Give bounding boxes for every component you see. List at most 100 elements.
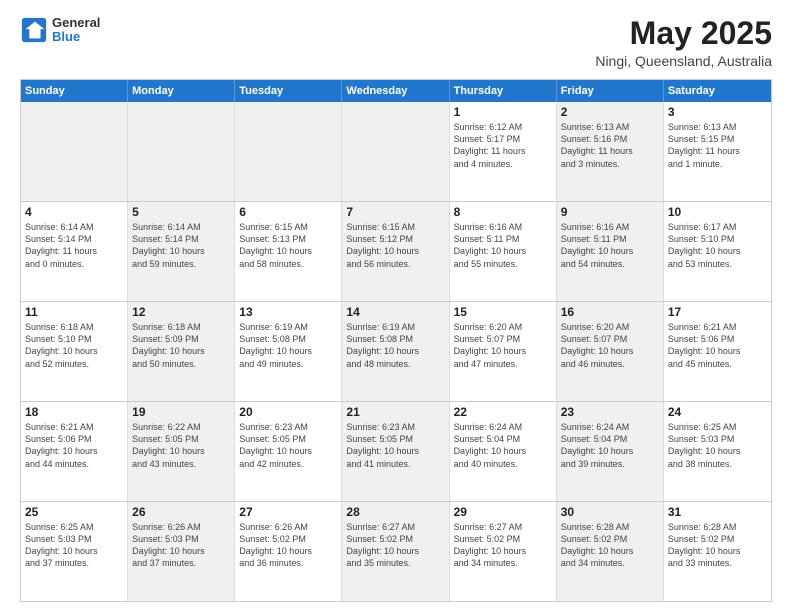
cell-info: Sunrise: 6:28 AM Sunset: 5:02 PM Dayligh… bbox=[561, 521, 659, 570]
cell-info: Sunrise: 6:13 AM Sunset: 5:15 PM Dayligh… bbox=[668, 121, 767, 170]
header-day-sunday: Sunday bbox=[21, 80, 128, 102]
header-day-thursday: Thursday bbox=[450, 80, 557, 102]
calendar-cell-22: 22 Sunrise: 6:24 AM Sunset: 5:04 PM Dayli… bbox=[450, 402, 557, 501]
cell-info: Sunrise: 6:23 AM Sunset: 5:05 PM Dayligh… bbox=[346, 421, 444, 470]
day-number: 16 bbox=[561, 305, 659, 319]
calendar-row-5: 25Sunrise: 6:25 AM Sunset: 5:03 PM Dayli… bbox=[21, 501, 771, 601]
calendar-cell-1: 1 Sunrise: 6:12 AM Sunset: 5:17 PM Daylig… bbox=[450, 102, 557, 201]
day-number: 14 bbox=[346, 305, 444, 319]
cell-info: Sunrise: 6:14 AM Sunset: 5:14 PM Dayligh… bbox=[25, 221, 123, 270]
day-number: 6 bbox=[239, 205, 337, 219]
logo-blue: Blue bbox=[52, 30, 100, 44]
day-number: 17 bbox=[668, 305, 767, 319]
cell-info: Sunrise: 6:12 AM Sunset: 5:17 PM Dayligh… bbox=[454, 121, 552, 170]
title-block: May 2025 Ningi, Queensland, Australia bbox=[595, 16, 772, 69]
cell-info: Sunrise: 6:19 AM Sunset: 5:08 PM Dayligh… bbox=[239, 321, 337, 370]
calendar-cell-15: 15 Sunrise: 6:20 AM Sunset: 5:07 PM Dayli… bbox=[450, 302, 557, 401]
cell-info: Sunrise: 6:20 AM Sunset: 5:07 PM Dayligh… bbox=[561, 321, 659, 370]
calendar-cell-17: 17 Sunrise: 6:21 AM Sunset: 5:06 PM Dayli… bbox=[664, 302, 771, 401]
cell-info: Sunrise: 6:15 AM Sunset: 5:13 PM Dayligh… bbox=[239, 221, 337, 270]
calendar-cell-empty bbox=[21, 102, 128, 201]
day-number: 1 bbox=[454, 105, 552, 119]
calendar-cell-21: 21Sunrise: 6:23 AM Sunset: 5:05 PM Dayli… bbox=[342, 402, 449, 501]
calendar-cell-20: 20 Sunrise: 6:23 AM Sunset: 5:05 PM Dayli… bbox=[235, 402, 342, 501]
calendar-cell-5: 5Sunrise: 6:14 AM Sunset: 5:14 PM Daylig… bbox=[128, 202, 235, 301]
cell-info: Sunrise: 6:20 AM Sunset: 5:07 PM Dayligh… bbox=[454, 321, 552, 370]
day-number: 23 bbox=[561, 405, 659, 419]
calendar-cell-9: 9 Sunrise: 6:16 AM Sunset: 5:11 PM Daylig… bbox=[557, 202, 664, 301]
calendar-header: SundayMondayTuesdayWednesdayThursdayFrid… bbox=[21, 80, 771, 102]
logo-text: General Blue bbox=[52, 16, 100, 45]
calendar-cell-empty bbox=[235, 102, 342, 201]
cell-info: Sunrise: 6:13 AM Sunset: 5:16 PM Dayligh… bbox=[561, 121, 659, 170]
day-number: 3 bbox=[668, 105, 767, 119]
calendar-cell-11: 11 Sunrise: 6:18 AM Sunset: 5:10 PM Dayli… bbox=[21, 302, 128, 401]
calendar-container: General Blue May 2025 Ningi, Queensland,… bbox=[0, 0, 792, 612]
logo: General Blue bbox=[20, 16, 100, 45]
calendar-cell-31: 31Sunrise: 6:28 AM Sunset: 5:02 PM Dayli… bbox=[664, 502, 771, 601]
calendar-cell-27: 27 Sunrise: 6:26 AM Sunset: 5:02 PM Dayli… bbox=[235, 502, 342, 601]
calendar-row-2: 4Sunrise: 6:14 AM Sunset: 5:14 PM Daylig… bbox=[21, 201, 771, 301]
calendar-row-4: 18 Sunrise: 6:21 AM Sunset: 5:06 PM Dayli… bbox=[21, 401, 771, 501]
calendar-cell-12: 12 Sunrise: 6:18 AM Sunset: 5:09 PM Dayli… bbox=[128, 302, 235, 401]
day-number: 30 bbox=[561, 505, 659, 519]
calendar-row-3: 11 Sunrise: 6:18 AM Sunset: 5:10 PM Dayli… bbox=[21, 301, 771, 401]
day-number: 20 bbox=[239, 405, 337, 419]
cell-info: Sunrise: 6:26 AM Sunset: 5:02 PM Dayligh… bbox=[239, 521, 337, 570]
cell-info: Sunrise: 6:18 AM Sunset: 5:10 PM Dayligh… bbox=[25, 321, 123, 370]
day-number: 9 bbox=[561, 205, 659, 219]
calendar-cell-4: 4Sunrise: 6:14 AM Sunset: 5:14 PM Daylig… bbox=[21, 202, 128, 301]
day-number: 13 bbox=[239, 305, 337, 319]
day-number: 18 bbox=[25, 405, 123, 419]
calendar-cell-10: 10 Sunrise: 6:17 AM Sunset: 5:10 PM Dayli… bbox=[664, 202, 771, 301]
calendar-cell-7: 7Sunrise: 6:15 AM Sunset: 5:12 PM Daylig… bbox=[342, 202, 449, 301]
calendar-cell-16: 16 Sunrise: 6:20 AM Sunset: 5:07 PM Dayli… bbox=[557, 302, 664, 401]
cell-info: Sunrise: 6:25 AM Sunset: 5:03 PM Dayligh… bbox=[668, 421, 767, 470]
calendar-cell-6: 6 Sunrise: 6:15 AM Sunset: 5:13 PM Daylig… bbox=[235, 202, 342, 301]
calendar-cell-24: 24Sunrise: 6:25 AM Sunset: 5:03 PM Dayli… bbox=[664, 402, 771, 501]
header-day-monday: Monday bbox=[128, 80, 235, 102]
header-day-saturday: Saturday bbox=[664, 80, 771, 102]
day-number: 8 bbox=[454, 205, 552, 219]
calendar-cell-29: 29Sunrise: 6:27 AM Sunset: 5:02 PM Dayli… bbox=[450, 502, 557, 601]
logo-icon bbox=[20, 16, 48, 44]
cell-info: Sunrise: 6:24 AM Sunset: 5:04 PM Dayligh… bbox=[454, 421, 552, 470]
cell-info: Sunrise: 6:27 AM Sunset: 5:02 PM Dayligh… bbox=[454, 521, 552, 570]
day-number: 28 bbox=[346, 505, 444, 519]
calendar-cell-empty bbox=[128, 102, 235, 201]
header-day-tuesday: Tuesday bbox=[235, 80, 342, 102]
calendar-cell-empty bbox=[342, 102, 449, 201]
calendar-cell-23: 23 Sunrise: 6:24 AM Sunset: 5:04 PM Dayli… bbox=[557, 402, 664, 501]
day-number: 11 bbox=[25, 305, 123, 319]
cell-info: Sunrise: 6:25 AM Sunset: 5:03 PM Dayligh… bbox=[25, 521, 123, 570]
cell-info: Sunrise: 6:22 AM Sunset: 5:05 PM Dayligh… bbox=[132, 421, 230, 470]
day-number: 26 bbox=[132, 505, 230, 519]
day-number: 7 bbox=[346, 205, 444, 219]
cell-info: Sunrise: 6:21 AM Sunset: 5:06 PM Dayligh… bbox=[25, 421, 123, 470]
location: Ningi, Queensland, Australia bbox=[595, 53, 772, 69]
cell-info: Sunrise: 6:27 AM Sunset: 5:02 PM Dayligh… bbox=[346, 521, 444, 570]
calendar-cell-28: 28 Sunrise: 6:27 AM Sunset: 5:02 PM Dayli… bbox=[342, 502, 449, 601]
cell-info: Sunrise: 6:16 AM Sunset: 5:11 PM Dayligh… bbox=[561, 221, 659, 270]
calendar-cell-26: 26Sunrise: 6:26 AM Sunset: 5:03 PM Dayli… bbox=[128, 502, 235, 601]
calendar-cell-25: 25Sunrise: 6:25 AM Sunset: 5:03 PM Dayli… bbox=[21, 502, 128, 601]
day-number: 27 bbox=[239, 505, 337, 519]
cell-info: Sunrise: 6:16 AM Sunset: 5:11 PM Dayligh… bbox=[454, 221, 552, 270]
cell-info: Sunrise: 6:28 AM Sunset: 5:02 PM Dayligh… bbox=[668, 521, 767, 570]
day-number: 19 bbox=[132, 405, 230, 419]
calendar-cell-30: 30 Sunrise: 6:28 AM Sunset: 5:02 PM Dayli… bbox=[557, 502, 664, 601]
day-number: 12 bbox=[132, 305, 230, 319]
cell-info: Sunrise: 6:24 AM Sunset: 5:04 PM Dayligh… bbox=[561, 421, 659, 470]
header-day-wednesday: Wednesday bbox=[342, 80, 449, 102]
day-number: 2 bbox=[561, 105, 659, 119]
cell-info: Sunrise: 6:19 AM Sunset: 5:08 PM Dayligh… bbox=[346, 321, 444, 370]
cell-info: Sunrise: 6:23 AM Sunset: 5:05 PM Dayligh… bbox=[239, 421, 337, 470]
day-number: 22 bbox=[454, 405, 552, 419]
cell-info: Sunrise: 6:17 AM Sunset: 5:10 PM Dayligh… bbox=[668, 221, 767, 270]
day-number: 10 bbox=[668, 205, 767, 219]
cell-info: Sunrise: 6:18 AM Sunset: 5:09 PM Dayligh… bbox=[132, 321, 230, 370]
calendar-body: 1 Sunrise: 6:12 AM Sunset: 5:17 PM Daylig… bbox=[21, 102, 771, 601]
header-day-friday: Friday bbox=[557, 80, 664, 102]
cell-info: Sunrise: 6:21 AM Sunset: 5:06 PM Dayligh… bbox=[668, 321, 767, 370]
day-number: 15 bbox=[454, 305, 552, 319]
